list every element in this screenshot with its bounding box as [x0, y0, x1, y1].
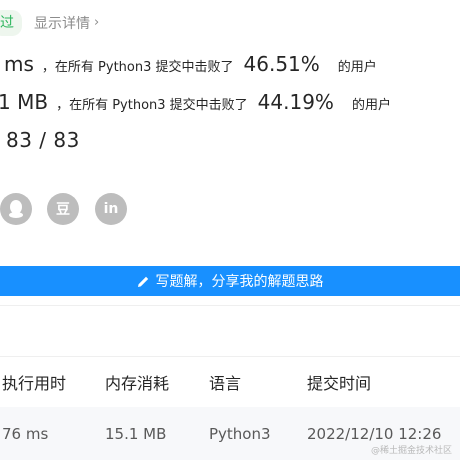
- memory-value: 1 MB: [0, 90, 49, 114]
- row-submit-time: 2022/12/10 12:26: [307, 424, 442, 443]
- runtime-percent: 46.51%: [243, 52, 320, 76]
- header-language: 语言: [209, 374, 242, 393]
- testcases-count: 83 / 83: [6, 128, 80, 152]
- show-details-label: 显示详情: [34, 16, 90, 32]
- pencil-icon: [137, 276, 148, 287]
- header-runtime: 执行用时: [2, 374, 67, 393]
- runtime-text: ，在所有 Python3 提交中击败了: [41, 60, 234, 75]
- runtime-suffix: 的用户: [337, 60, 377, 75]
- qq-penguin-icon: [9, 200, 23, 218]
- write-solution-button[interactable]: 写题解，分享我的解题思路: [0, 266, 460, 296]
- testcases-stat: 83 / 83: [6, 128, 80, 152]
- chevron-right-icon: ›: [94, 14, 100, 30]
- header-submit-time: 提交时间: [307, 374, 372, 393]
- douban-share-icon[interactable]: 豆: [47, 193, 79, 225]
- qq-share-icon[interactable]: [0, 193, 32, 225]
- memory-text: ，在所有 Python3 提交中击败了: [56, 98, 248, 113]
- runtime-stat: ms ，在所有 Python3 提交中击败了 46.51% 的用户: [4, 52, 377, 76]
- show-details-link[interactable]: 显示详情 ›: [34, 13, 99, 33]
- linkedin-glyph: in: [103, 201, 119, 217]
- memory-suffix: 的用户: [351, 98, 391, 113]
- memory-stat: 1 MB ，在所有 Python3 提交中击败了 44.19% 的用户: [0, 90, 391, 114]
- submissions-table-header: 执行用时 内存消耗 语言 提交时间: [0, 357, 460, 407]
- row-language: Python3: [209, 424, 271, 443]
- write-solution-label: 写题解，分享我的解题思路: [155, 274, 324, 290]
- share-icons: 豆 in: [0, 193, 460, 227]
- divider: [0, 305, 460, 306]
- memory-percent: 44.19%: [257, 90, 334, 114]
- linkedin-share-icon[interactable]: in: [95, 193, 127, 225]
- row-runtime: 76 ms: [2, 424, 49, 443]
- douban-glyph: 豆: [56, 202, 70, 218]
- submission-result-page: 过 显示详情 › ms ，在所有 Python3 提交中击败了 46.51% 的…: [0, 0, 460, 460]
- runtime-value: ms: [4, 52, 34, 76]
- row-memory: 15.1 MB: [105, 424, 167, 443]
- watermark: @稀土掘金技术社区: [370, 446, 452, 456]
- status-row: 过 显示详情 ›: [0, 10, 99, 36]
- status-badge: 过: [0, 10, 22, 36]
- header-memory: 内存消耗: [105, 374, 170, 393]
